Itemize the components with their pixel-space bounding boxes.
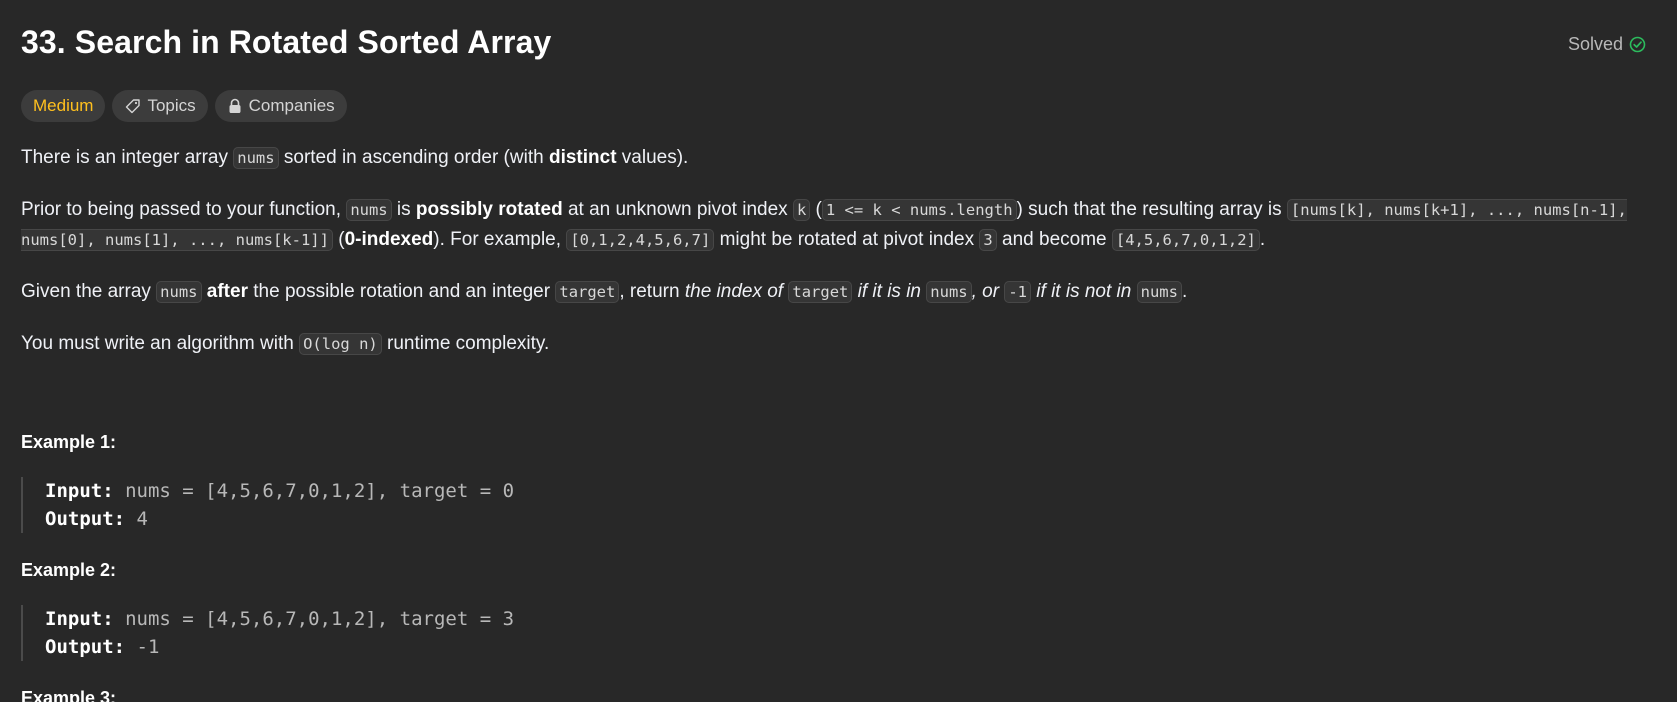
example-output-line: Output: 4 [45, 505, 514, 533]
solved-label: Solved [1567, 34, 1623, 54]
statement-paragraph-3: Given the array nums after the possible … [21, 277, 1661, 307]
example-1-block: Input: nums = [4,5,6,7,0,1,2], target = … [21, 477, 514, 533]
inline-code: [0,1,2,4,5,6,7] [566, 229, 715, 251]
difficulty-label: Medium [33, 96, 94, 115]
example-output-line: Output: -1 [45, 633, 514, 661]
text-span: . [1259, 229, 1266, 250]
italic-text: if it is not in [1031, 281, 1137, 302]
text-span: ) such that the resulting array is [1016, 199, 1287, 220]
inline-code: [4,5,6,7,0,1,2] [1111, 229, 1260, 251]
inline-code: nums [926, 281, 972, 303]
difficulty-badge[interactable]: Medium [21, 90, 106, 122]
text-span: Prior to being passed to your function, [21, 199, 347, 220]
inline-code: 3 [979, 229, 997, 251]
text-span: ). For example, [433, 229, 567, 250]
example-input-line: Input: nums = [4,5,6,7,0,1,2], target = … [45, 605, 514, 633]
lock-icon [227, 98, 243, 115]
topics-button[interactable]: Topics [112, 90, 208, 122]
input-label: Input: [45, 480, 114, 502]
tag-row: Medium Topics Companies [21, 90, 347, 122]
inline-code: k [792, 199, 811, 221]
text-span: ( [332, 229, 345, 250]
text-span: sorted in ascending order (with [278, 147, 549, 168]
companies-label: Companies [248, 96, 335, 115]
text-span: . [1181, 281, 1188, 302]
italic-text: if it is in [852, 281, 927, 302]
example-input-line: Input: nums = [4,5,6,7,0,1,2], target = … [45, 477, 514, 505]
inline-code: nums [346, 199, 392, 221]
text-span: the possible rotation and an integer [247, 281, 556, 302]
statement-paragraph-4: You must write an algorithm with O(log n… [21, 329, 1661, 359]
text-span: might be rotated at pivot index [714, 229, 980, 250]
italic-text: , or [971, 281, 1005, 302]
problem-statement: There is an integer array nums sorted in… [21, 143, 1661, 381]
problem-description-panel: 33. Search in Rotated Sorted Array Solve… [0, 0, 1677, 702]
statement-paragraph-2: Prior to being passed to your function, … [21, 195, 1661, 255]
inline-code: nums [233, 147, 279, 169]
text-span: ( [810, 199, 822, 220]
text-span: values). [616, 147, 689, 168]
problem-title: 33. Search in Rotated Sorted Array [21, 24, 552, 60]
inline-code: 1 <= k < nums.length [821, 199, 1017, 221]
text-span: runtime complexity. [381, 333, 550, 354]
text-span: Given the array [21, 281, 157, 302]
inline-code: nums [1136, 281, 1182, 303]
check-circle-icon [1629, 36, 1646, 53]
example-1-title: Example 1: [21, 432, 117, 452]
inline-code: nums [156, 281, 202, 303]
input-value: nums = [4,5,6,7,0,1,2], target = 0 [125, 480, 515, 502]
bold-text: possibly rotated [415, 199, 563, 220]
solved-status: Solved [1568, 34, 1646, 55]
text-span: is [391, 199, 416, 220]
bold-text: after [206, 281, 248, 302]
inline-code: O(log n) [299, 333, 382, 355]
tag-icon [124, 98, 141, 115]
bold-text: distinct [548, 147, 617, 168]
text-span: , return [619, 281, 685, 302]
example-2-block: Input: nums = [4,5,6,7,0,1,2], target = … [21, 605, 514, 661]
topics-label: Topics [147, 96, 196, 115]
statement-paragraph-1: There is an integer array nums sorted in… [21, 143, 1661, 173]
italic-text: the index of [684, 281, 789, 302]
inline-code: -1 [1004, 281, 1032, 303]
example-3-title: Example 3: [21, 688, 117, 702]
text-span: You must write an algorithm with [21, 333, 300, 354]
output-label: Output: [45, 636, 126, 658]
inline-code: target [555, 281, 620, 303]
input-label: Input: [45, 608, 114, 630]
text-span: and become [996, 229, 1112, 250]
example-2-title: Example 2: [21, 560, 117, 580]
text-span: There is an integer array [21, 147, 234, 168]
output-value: -1 [136, 636, 160, 658]
output-label: Output: [45, 508, 126, 530]
inline-code: target [788, 281, 853, 303]
text-span: at an unknown pivot index [562, 199, 793, 220]
companies-button[interactable]: Companies [214, 90, 347, 122]
input-value: nums = [4,5,6,7,0,1,2], target = 3 [125, 608, 515, 630]
bold-text: 0-indexed [344, 229, 434, 250]
output-value: 4 [136, 508, 148, 530]
